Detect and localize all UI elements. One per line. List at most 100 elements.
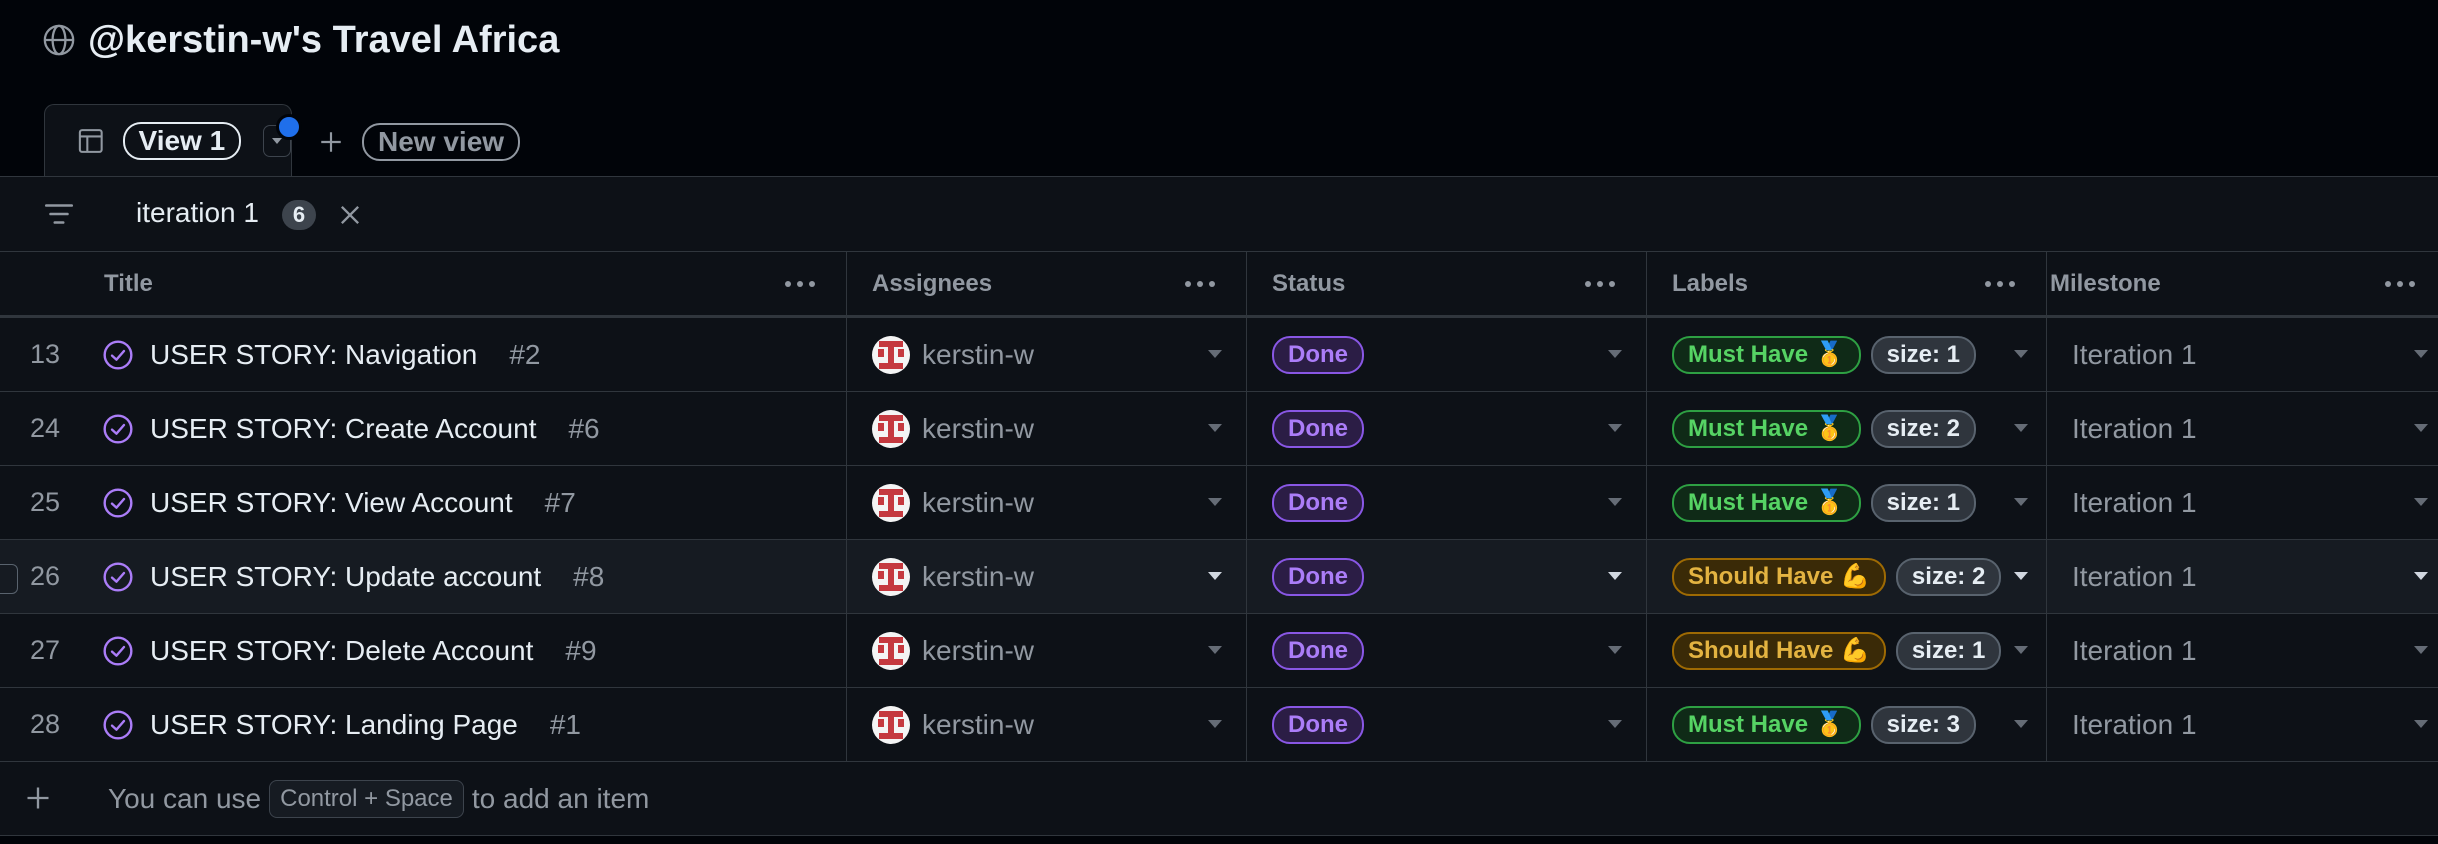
issue-title-link[interactable]: USER STORY: Delete Account [150,635,533,667]
status-cell[interactable]: Done [1272,392,1364,465]
milestone-cell[interactable]: Iteration 1 [2072,614,2197,687]
close-icon[interactable] [336,201,364,229]
issue-number: #9 [565,634,597,666]
status-cell[interactable]: Done [1272,466,1364,539]
column-menu-icon[interactable] [1982,276,2018,292]
chevron-down-icon[interactable] [1608,350,1622,358]
column-divider [846,688,847,761]
milestone-cell[interactable]: Iteration 1 [2072,688,2197,761]
chevron-down-icon[interactable] [1608,720,1622,728]
chevron-down-icon[interactable] [2014,572,2028,580]
milestone-cell[interactable]: Iteration 1 [2072,318,2197,391]
issue-title-link[interactable]: USER STORY: Create Account [150,413,536,445]
table-row[interactable]: 26 USER STORY: Update account #8 kerstin… [0,540,2438,614]
column-header-assignees[interactable]: Assignees [872,252,992,315]
title-cell[interactable]: USER STORY: Navigation #2 [102,318,541,391]
labels-cell[interactable]: Must Have 🥇 size: 2 [1672,392,1976,465]
labels-cell[interactable]: Should Have 💪 size: 2 [1672,540,2002,613]
labels-cell[interactable]: Must Have 🥇 size: 3 [1672,688,1976,761]
milestone-cell[interactable]: Iteration 1 [2072,466,2197,539]
chevron-down-icon[interactable] [1208,572,1222,580]
size-label: size: 1 [1895,631,2002,670]
status-cell[interactable]: Done [1272,688,1364,761]
chevron-down-icon[interactable] [2014,646,2028,654]
chevron-down-icon[interactable] [1208,646,1222,654]
chevron-down-icon[interactable] [2414,720,2428,728]
avatar [872,705,910,744]
add-item-row[interactable]: You can use Control + Space to add an it… [0,762,2438,836]
issue-title-link[interactable]: USER STORY: Landing Page [150,709,518,741]
chevron-down-icon[interactable] [2014,350,2028,358]
chevron-down-icon[interactable] [2414,572,2428,580]
chevron-down-icon[interactable] [2014,720,2028,728]
assignees-cell[interactable]: kerstin-w [872,540,1034,613]
title-cell[interactable]: USER STORY: Landing Page #1 [102,688,581,761]
labels-cell[interactable]: Must Have 🥇 size: 1 [1672,466,1976,539]
issue-title-link[interactable]: USER STORY: View Account [150,487,513,519]
column-divider[interactable] [1246,252,1247,315]
chevron-down-icon[interactable] [2414,424,2428,432]
assignees-cell[interactable]: kerstin-w [872,688,1034,761]
column-header-status[interactable]: Status [1272,252,1345,315]
tab-view-1[interactable]: View 1 [44,104,302,176]
issue-title-link[interactable]: USER STORY: Navigation [150,339,477,371]
chevron-down-icon[interactable] [2414,646,2428,654]
chevron-down-icon[interactable] [2414,498,2428,506]
issue-title-link[interactable]: USER STORY: Update account [150,561,541,593]
filter-query[interactable]: iteration 1 [136,197,259,229]
assignees-cell[interactable]: kerstin-w [872,466,1034,539]
issue-number: #2 [509,338,541,370]
chevron-down-icon[interactable] [1608,646,1622,654]
chevron-down-icon[interactable] [1608,572,1622,580]
assignees-cell[interactable]: kerstin-w [872,318,1034,391]
assignees-cell[interactable]: kerstin-w [872,614,1034,687]
status-cell[interactable]: Done [1272,614,1364,687]
chevron-down-icon[interactable] [1208,424,1222,432]
labels-cell[interactable]: Must Have 🥇 size: 1 [1672,318,1976,391]
milestone-cell[interactable]: Iteration 1 [2072,392,2197,465]
status-cell[interactable]: Done [1272,540,1364,613]
title-cell[interactable]: USER STORY: Delete Account #9 [102,614,597,687]
table-row[interactable]: 24 USER STORY: Create Account #6 kerstin… [0,392,2438,466]
column-divider[interactable] [2046,252,2047,315]
column-menu-icon[interactable] [782,276,818,292]
chevron-down-icon[interactable] [1208,350,1222,358]
chevron-down-icon[interactable] [1608,498,1622,506]
filter-result-count: 6 [282,200,316,230]
milestone-cell[interactable]: Iteration 1 [2072,540,2197,613]
plus-icon[interactable] [24,784,52,812]
chevron-down-icon[interactable] [2414,350,2428,358]
table-row[interactable]: 25 USER STORY: View Account #7 kerstin-w… [0,466,2438,540]
column-header-title[interactable]: Title [104,252,153,315]
view-options-button[interactable] [263,113,302,157]
column-menu-icon[interactable] [2382,276,2418,292]
chevron-down-icon[interactable] [1208,498,1222,506]
column-menu-icon[interactable] [1582,276,1618,292]
column-header-labels[interactable]: Labels [1672,252,1748,315]
chevron-down-icon[interactable] [1608,424,1622,432]
title-cell[interactable]: USER STORY: Update account #8 [102,540,604,613]
table-row[interactable]: 28 USER STORY: Landing Page #1 kerstin-w… [0,688,2438,762]
table-row[interactable]: 13 USER STORY: Navigation #2 kerstin-w D… [0,318,2438,392]
chevron-down-icon[interactable] [2014,424,2028,432]
table-row[interactable]: 27 USER STORY: Delete Account #9 kerstin… [0,614,2438,688]
avatar [872,631,910,670]
chevron-down-icon[interactable] [2014,498,2028,506]
filter-icon[interactable] [42,199,76,229]
status-cell[interactable]: Done [1272,318,1364,391]
labels-cell[interactable]: Should Have 💪 size: 1 [1672,614,2002,687]
column-header-milestone[interactable]: Milestone [2050,252,2161,315]
column-divider[interactable] [1646,252,1647,315]
column-divider[interactable] [846,252,847,315]
chevron-down-icon[interactable] [1208,720,1222,728]
milestone-value: Iteration 1 [2072,560,2197,592]
title-cell[interactable]: USER STORY: Create Account #6 [102,392,600,465]
column-divider [1646,392,1647,465]
column-menu-icon[interactable] [1182,276,1218,292]
title-cell[interactable]: USER STORY: View Account #7 [102,466,576,539]
drag-handle[interactable] [0,564,18,594]
new-view-button[interactable]: New view [318,116,521,168]
closed-issue-icon [103,487,133,518]
assignees-cell[interactable]: kerstin-w [872,392,1034,465]
size-label: size: 1 [1870,483,1976,522]
